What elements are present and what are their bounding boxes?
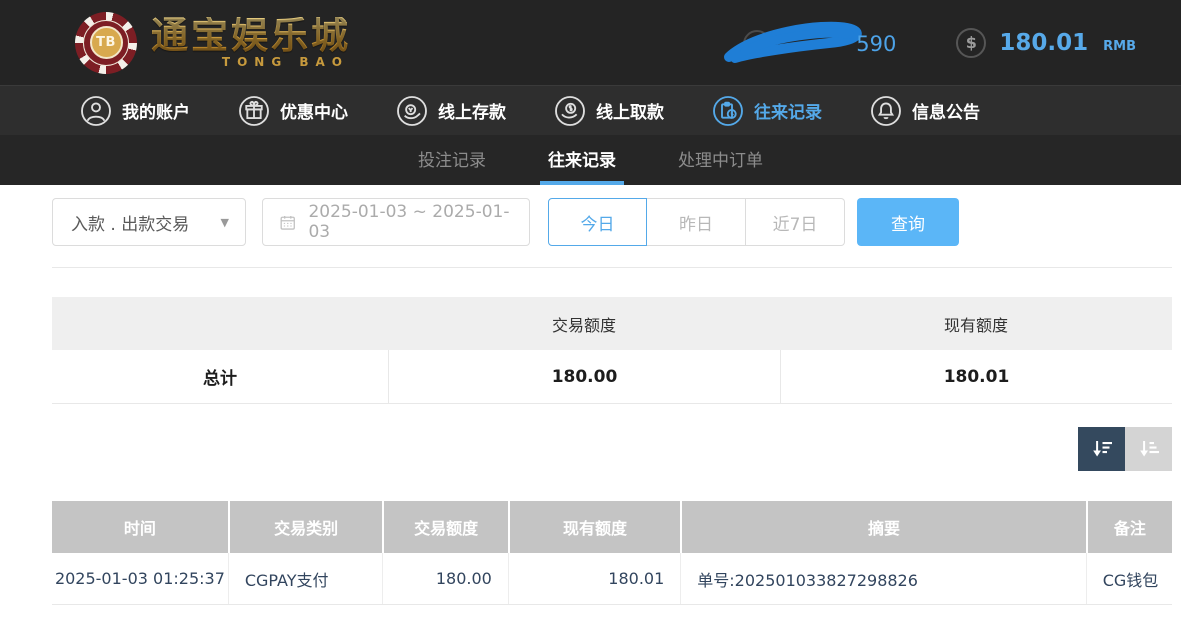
last7days-button[interactable]: 近7日 — [746, 198, 845, 246]
nav-item-promotions[interactable]: 优惠中心 — [238, 95, 348, 127]
header-type: 交易类别 — [228, 501, 383, 553]
calendar-icon — [279, 213, 296, 232]
select-value: 入款 . 出款交易 — [71, 210, 189, 235]
brand-name-en: TONG BAO — [222, 56, 351, 68]
header-note: 备注 — [1086, 501, 1172, 553]
nav-label: 线上取款 — [596, 98, 664, 123]
header-time: 时间 — [52, 501, 228, 553]
sort-ascending-icon — [1137, 437, 1161, 461]
nav-label: 信息公告 — [912, 98, 980, 123]
record-subtabs: 投注记录 往来记录 处理中订单 — [0, 135, 1181, 185]
summary-trade-total: 180.00 — [388, 350, 780, 403]
summary-header-empty — [52, 297, 388, 350]
tab-transaction-records[interactable]: 往来记录 — [540, 135, 624, 185]
summary-header-trade: 交易额度 — [388, 297, 780, 350]
summary-balance-total: 180.01 — [780, 350, 1172, 403]
content-area: 入款 . 出款交易 ▼ 2025-01-03 ~ 2025-01-03 今日 昨… — [52, 198, 1172, 605]
search-button[interactable]: 查询 — [857, 198, 959, 246]
balance-amount: 180.01 — [999, 30, 1088, 56]
nav-label: 我的账户 — [122, 98, 190, 123]
withdraw-icon — [554, 95, 586, 127]
today-button[interactable]: 今日 — [548, 198, 647, 246]
chevron-down-icon: ▼ — [221, 216, 229, 229]
nav-label: 线上存款 — [438, 98, 506, 123]
header-amount: 交易额度 — [382, 501, 507, 553]
nav-item-withdraw[interactable]: 线上取款 — [554, 95, 664, 127]
nav-item-deposit[interactable]: 线上存款 — [396, 95, 506, 127]
main-navigation: 我的账户 优惠中心 线上存款 线上取款 往来记录 — [0, 85, 1181, 135]
nav-item-my-account[interactable]: 我的账户 — [80, 95, 190, 127]
summary-total-label: 总计 — [52, 350, 388, 403]
cell-note: CG钱包 — [1086, 553, 1172, 604]
brand-logo[interactable]: TB 通宝娱乐城 TONG BAO — [75, 12, 351, 74]
date-range-value: 2025-01-03 ~ 2025-01-03 — [308, 202, 513, 242]
records-header-row: 时间 交易类别 交易额度 现有额度 摘要 备注 — [52, 501, 1172, 553]
quick-date-buttons: 今日 昨日 近7日 — [548, 198, 845, 246]
transaction-type-select[interactable]: 入款 . 出款交易 ▼ — [52, 198, 246, 246]
header-summary: 摘要 — [680, 501, 1085, 553]
chip-label: TB — [90, 26, 123, 59]
nav-label: 优惠中心 — [280, 98, 348, 123]
date-range-picker[interactable]: 2025-01-03 ~ 2025-01-03 — [262, 198, 530, 246]
sort-ascending-button[interactable] — [1125, 427, 1172, 471]
top-header: TB 通宝娱乐城 TONG BAO 590 $ 180.01 RMB — [0, 0, 1181, 85]
cell-balance: 180.01 — [508, 553, 680, 604]
cell-summary: 单号:202501033827298826 — [680, 553, 1085, 604]
deposit-icon — [396, 95, 428, 127]
dollar-coin-icon: $ — [956, 28, 986, 58]
cell-amount: 180.00 — [382, 553, 507, 604]
sort-descending-icon — [1090, 437, 1114, 461]
summary-total-row: 总计 180.00 180.01 — [52, 350, 1172, 404]
casino-chip-icon: TB — [75, 12, 137, 74]
header-balance: 现有额度 — [508, 501, 680, 553]
redaction-scribble — [721, 21, 869, 65]
filter-divider — [52, 267, 1172, 268]
sort-controls — [52, 427, 1172, 471]
yesterday-button[interactable]: 昨日 — [647, 198, 746, 246]
records-icon — [712, 95, 744, 127]
nav-label: 往来记录 — [754, 98, 822, 123]
balance-display[interactable]: $ 180.01 RMB — [956, 28, 1136, 58]
gift-icon — [238, 95, 270, 127]
summary-header-balance: 现有额度 — [780, 297, 1172, 350]
tab-bet-records[interactable]: 投注记录 — [410, 135, 494, 185]
cell-time: 2025-01-03 01:25:37 — [52, 553, 228, 604]
brand-name-cn: 通宝娱乐城 — [151, 17, 351, 54]
table-row: 2025-01-03 01:25:37 CGPAY支付 180.00 180.0… — [52, 553, 1172, 605]
summary-header-row: 交易额度 现有额度 — [52, 297, 1172, 350]
summary-table: 交易额度 现有额度 总计 180.00 180.01 — [52, 297, 1172, 404]
person-icon — [80, 95, 112, 127]
bell-icon — [870, 95, 902, 127]
username-area[interactable]: 590 — [721, 17, 896, 69]
balance-currency: RMB — [1103, 39, 1136, 54]
filter-row: 入款 . 出款交易 ▼ 2025-01-03 ~ 2025-01-03 今日 昨… — [52, 198, 1172, 246]
cell-type: CGPAY支付 — [228, 553, 383, 604]
nav-item-announcements[interactable]: 信息公告 — [870, 95, 980, 127]
username-visible-suffix: 590 — [856, 32, 896, 56]
sort-descending-button[interactable] — [1078, 427, 1125, 471]
tab-processing-orders[interactable]: 处理中订单 — [670, 135, 771, 185]
nav-item-transaction-records[interactable]: 往来记录 — [712, 95, 822, 127]
records-table: 时间 交易类别 交易额度 现有额度 摘要 备注 2025-01-03 01:25… — [52, 501, 1172, 605]
